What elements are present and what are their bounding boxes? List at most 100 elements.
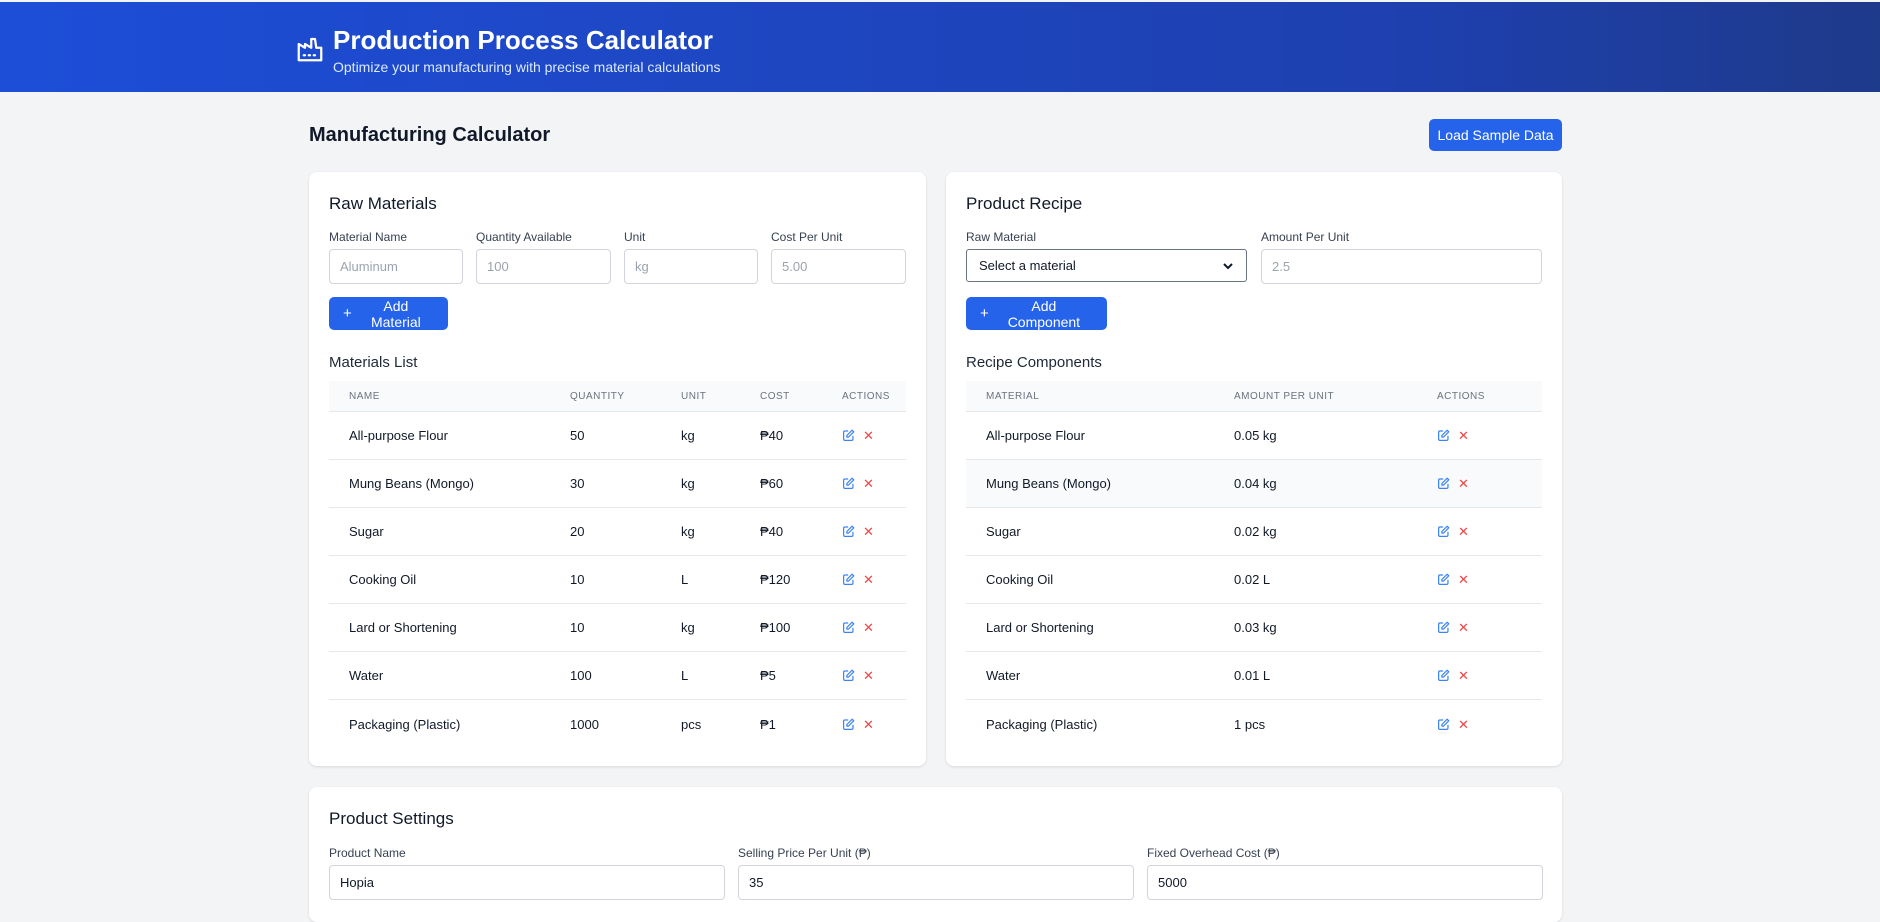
table-row: Water 0.01 L ✕	[966, 652, 1542, 700]
header-inner: Production Process Calculator Optimize y…	[295, 24, 721, 76]
table-row: Packaging (Plastic) 1000 pcs ₱1 ✕	[329, 700, 906, 748]
material-name-cell: Mung Beans (Mongo)	[349, 476, 475, 491]
recipe-table: MATERIAL AMOUNT PER UNIT ACTIONS All-pur…	[966, 381, 1542, 748]
materials-table: NAME QUANTITY UNIT COST ACTIONS All-purp…	[329, 381, 906, 748]
column-header-name: NAME	[349, 390, 380, 402]
close-icon[interactable]: ✕	[1458, 573, 1469, 586]
overhead-cost-input[interactable]: 5000	[1147, 865, 1543, 900]
material-name-cell: All-purpose Flour	[349, 428, 448, 443]
recipe-amount-cell: 1 pcs	[1234, 716, 1266, 732]
cost-per-unit-input[interactable]	[771, 249, 906, 284]
edit-icon[interactable]	[1437, 669, 1450, 682]
column-header-actions: ACTIONS	[1437, 390, 1485, 402]
close-icon[interactable]: ✕	[1458, 669, 1469, 682]
row-actions: ✕	[1417, 477, 1542, 490]
raw-material-select[interactable]: Select a material	[966, 249, 1247, 282]
unit-cell: pcs	[681, 716, 702, 732]
edit-icon[interactable]	[1437, 477, 1450, 490]
table-row: Water 100 L ₱5 ✕	[329, 652, 906, 700]
plus-icon: +	[980, 305, 989, 322]
table-row: All-purpose Flour 50 kg ₱40 ✕	[329, 412, 906, 460]
recipe-material-cell: Lard or Shortening	[986, 620, 1094, 635]
material-name-cell: Water	[349, 668, 384, 683]
cost-cell: ₱120	[760, 572, 791, 587]
close-icon[interactable]: ✕	[1458, 477, 1469, 490]
table-row: Sugar 0.02 kg ✕	[966, 508, 1542, 556]
add-material-button[interactable]: + Add Material	[329, 297, 448, 330]
amount-per-unit-label: Amount Per Unit	[1261, 230, 1350, 244]
row-actions: ✕	[822, 477, 906, 490]
material-name-input[interactable]	[329, 249, 463, 284]
unit-cell: kg	[681, 428, 695, 443]
close-icon[interactable]: ✕	[863, 429, 874, 442]
close-icon[interactable]: ✕	[863, 573, 874, 586]
close-icon[interactable]: ✕	[863, 718, 874, 731]
quantity-cell: 20	[570, 524, 585, 539]
amount-per-unit-input[interactable]	[1261, 249, 1542, 284]
table-row: Cooking Oil 0.02 L ✕	[966, 556, 1542, 604]
raw-material-selected: Select a material	[979, 258, 1076, 273]
selling-price-input[interactable]: 35	[738, 865, 1134, 900]
close-icon[interactable]: ✕	[863, 621, 874, 634]
close-icon[interactable]: ✕	[863, 669, 874, 682]
recipe-amount-cell: 0.05 kg	[1234, 428, 1277, 443]
table-row: Mung Beans (Mongo) 0.04 kg ✕	[966, 460, 1542, 508]
chevron-down-icon	[1223, 262, 1233, 269]
product-name-label: Product Name	[329, 846, 406, 860]
edit-icon[interactable]	[1437, 429, 1450, 442]
product-settings-title: Product Settings	[329, 809, 454, 828]
close-icon[interactable]: ✕	[863, 477, 874, 490]
edit-icon[interactable]	[842, 621, 855, 634]
row-actions: ✕	[1417, 429, 1542, 442]
materials-table-body: All-purpose Flour 50 kg ₱40 ✕ Mung Beans (Mon…	[329, 412, 906, 748]
add-component-button[interactable]: + Add Component	[966, 297, 1107, 330]
table-row: Packaging (Plastic) 1 pcs ✕	[966, 700, 1542, 748]
unit-cell: L	[681, 668, 689, 683]
column-header-actions: ACTIONS	[842, 390, 890, 402]
edit-icon[interactable]	[842, 429, 855, 442]
add-material-label: Add Material	[370, 297, 421, 330]
raw-material-label: Raw Material	[966, 230, 1037, 244]
recipe-table-body: All-purpose Flour 0.05 kg ✕ Mung Beans (Mon…	[966, 412, 1542, 748]
material-name-cell: Lard or Shortening	[349, 620, 457, 635]
recipe-material-cell: Water	[986, 668, 1021, 683]
load-sample-data-button[interactable]: Load Sample Data	[1429, 119, 1562, 151]
edit-icon[interactable]	[1437, 621, 1450, 634]
raw-materials-card: Raw Materials Material Name Quantity Ava…	[309, 172, 926, 766]
close-icon[interactable]: ✕	[1458, 429, 1469, 442]
column-header-amount: AMOUNT PER UNIT	[1234, 390, 1335, 402]
row-actions: ✕	[822, 429, 906, 442]
app-header: Production Process Calculator Optimize y…	[0, 2, 1880, 92]
unit-input[interactable]	[624, 249, 758, 284]
close-icon[interactable]: ✕	[863, 525, 874, 538]
cost-per-unit-label: Cost Per Unit	[771, 230, 843, 244]
column-header-quantity: QUANTITY	[570, 390, 625, 402]
product-name-input[interactable]: Hopia	[329, 865, 725, 900]
quantity-cell: 1000	[570, 716, 599, 732]
row-actions: ✕	[1417, 573, 1542, 586]
edit-icon[interactable]	[1437, 573, 1450, 586]
cost-cell: ₱40	[760, 524, 784, 539]
recipe-material-cell: Packaging (Plastic)	[986, 716, 1098, 732]
table-row: Lard or Shortening 0.03 kg ✕	[966, 604, 1542, 652]
column-header-material: MATERIAL	[986, 390, 1040, 402]
close-icon[interactable]: ✕	[1458, 525, 1469, 538]
cost-cell: ₱1	[760, 716, 776, 732]
edit-icon[interactable]	[1437, 525, 1450, 538]
edit-icon[interactable]	[842, 718, 855, 731]
column-header-unit: UNIT	[681, 390, 707, 402]
quantity-available-input[interactable]	[476, 249, 611, 284]
edit-icon[interactable]	[842, 573, 855, 586]
table-row: Cooking Oil 10 L ₱120 ✕	[329, 556, 906, 604]
close-icon[interactable]: ✕	[1458, 621, 1469, 634]
edit-icon[interactable]	[1437, 718, 1450, 731]
recipe-amount-cell: 0.02 L	[1234, 572, 1271, 587]
header-text: Production Process Calculator Optimize y…	[333, 24, 721, 76]
quantity-available-label: Quantity Available	[476, 230, 572, 244]
cost-cell: ₱40	[760, 428, 784, 443]
edit-icon[interactable]	[842, 669, 855, 682]
edit-icon[interactable]	[842, 477, 855, 490]
material-name-cell: Sugar	[349, 524, 384, 539]
close-icon[interactable]: ✕	[1458, 718, 1469, 731]
edit-icon[interactable]	[842, 525, 855, 538]
